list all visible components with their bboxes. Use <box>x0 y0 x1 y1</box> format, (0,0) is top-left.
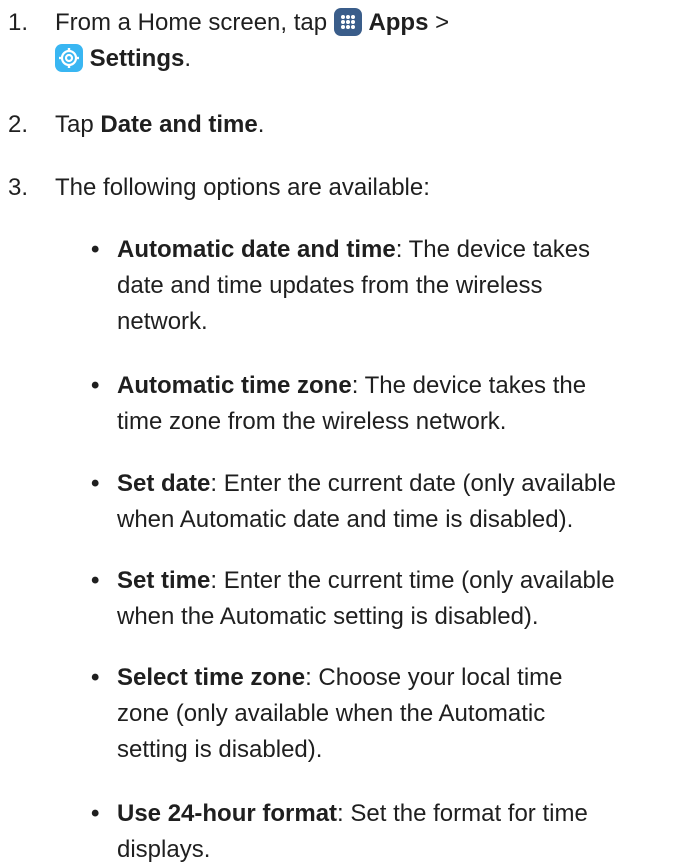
step-text: The following options are available: <box>55 174 430 201</box>
option-desc: : Set the format for time <box>337 800 588 827</box>
step-body: Tap Date and time. <box>55 107 675 143</box>
option-desc: : Enter the current date (only available <box>210 470 616 497</box>
option-desc: displays. <box>117 836 211 863</box>
option-term: Automatic time zone <box>117 372 352 399</box>
option-desc: zone (only available when the Automatic <box>117 700 546 727</box>
option-term: Set date <box>117 470 211 497</box>
step-number: 3. <box>8 174 29 201</box>
option-term: Set time <box>117 567 211 594</box>
bullet-icon: • <box>91 236 100 263</box>
settings-label: Settings <box>89 45 185 72</box>
step-end: . <box>257 111 265 138</box>
option-text: Set date: Enter the current date (only a… <box>117 466 682 538</box>
option-text: Use 24-hour format: Set the format for t… <box>117 796 682 868</box>
option-desc: date and time updates from the wireless <box>117 272 543 299</box>
option-text: Automatic time zone: The device takes th… <box>117 368 682 440</box>
step-text: From a Home screen, tap <box>55 9 334 36</box>
option-desc: : The device takes <box>395 236 591 263</box>
step-body: The following options are available: <box>55 170 675 206</box>
option-desc: when the Automatic setting is disabled). <box>117 603 539 630</box>
option-text: Set time: Enter the current time (only a… <box>117 563 682 635</box>
option-desc: network. <box>117 308 208 335</box>
step-end: . <box>184 45 192 72</box>
menu-separator: > <box>428 9 450 36</box>
bullet-icon: • <box>91 372 100 399</box>
step-number: 1. <box>8 9 29 36</box>
step-text: Tap <box>55 111 101 138</box>
bullet-icon: • <box>91 470 100 497</box>
option-desc: : The device takes the <box>351 372 587 399</box>
option-desc: time zone from the wireless network. <box>117 408 507 435</box>
option-term: Select time zone <box>117 664 306 691</box>
option-desc: when Automatic date and time is disabled… <box>117 506 574 533</box>
option-desc: : Choose your local time <box>305 664 563 691</box>
bullet-icon: • <box>91 800 100 827</box>
apps-label: Apps <box>368 9 429 36</box>
bullet-icon: • <box>91 664 100 691</box>
option-desc: setting is disabled). <box>117 736 323 763</box>
option-text: Automatic date and time: The device take… <box>117 232 682 340</box>
option-term: Use 24-hour format <box>117 800 338 827</box>
apps-grid-icon <box>333 8 362 36</box>
option-text: Select time zone: Choose your local time… <box>117 660 682 768</box>
bullet-icon: • <box>91 567 100 594</box>
settings-gear-icon <box>55 44 83 72</box>
date-and-time-label: Date and time <box>100 111 258 138</box>
instruction-document: 1. From a Home screen, tap Apps > Settin… <box>0 0 685 863</box>
step-body: From a Home screen, tap Apps > Settings. <box>55 5 675 77</box>
option-term: Automatic date and time <box>117 236 396 263</box>
step-number: 2. <box>8 111 29 138</box>
option-desc: : Enter the current time (only available <box>210 567 615 594</box>
